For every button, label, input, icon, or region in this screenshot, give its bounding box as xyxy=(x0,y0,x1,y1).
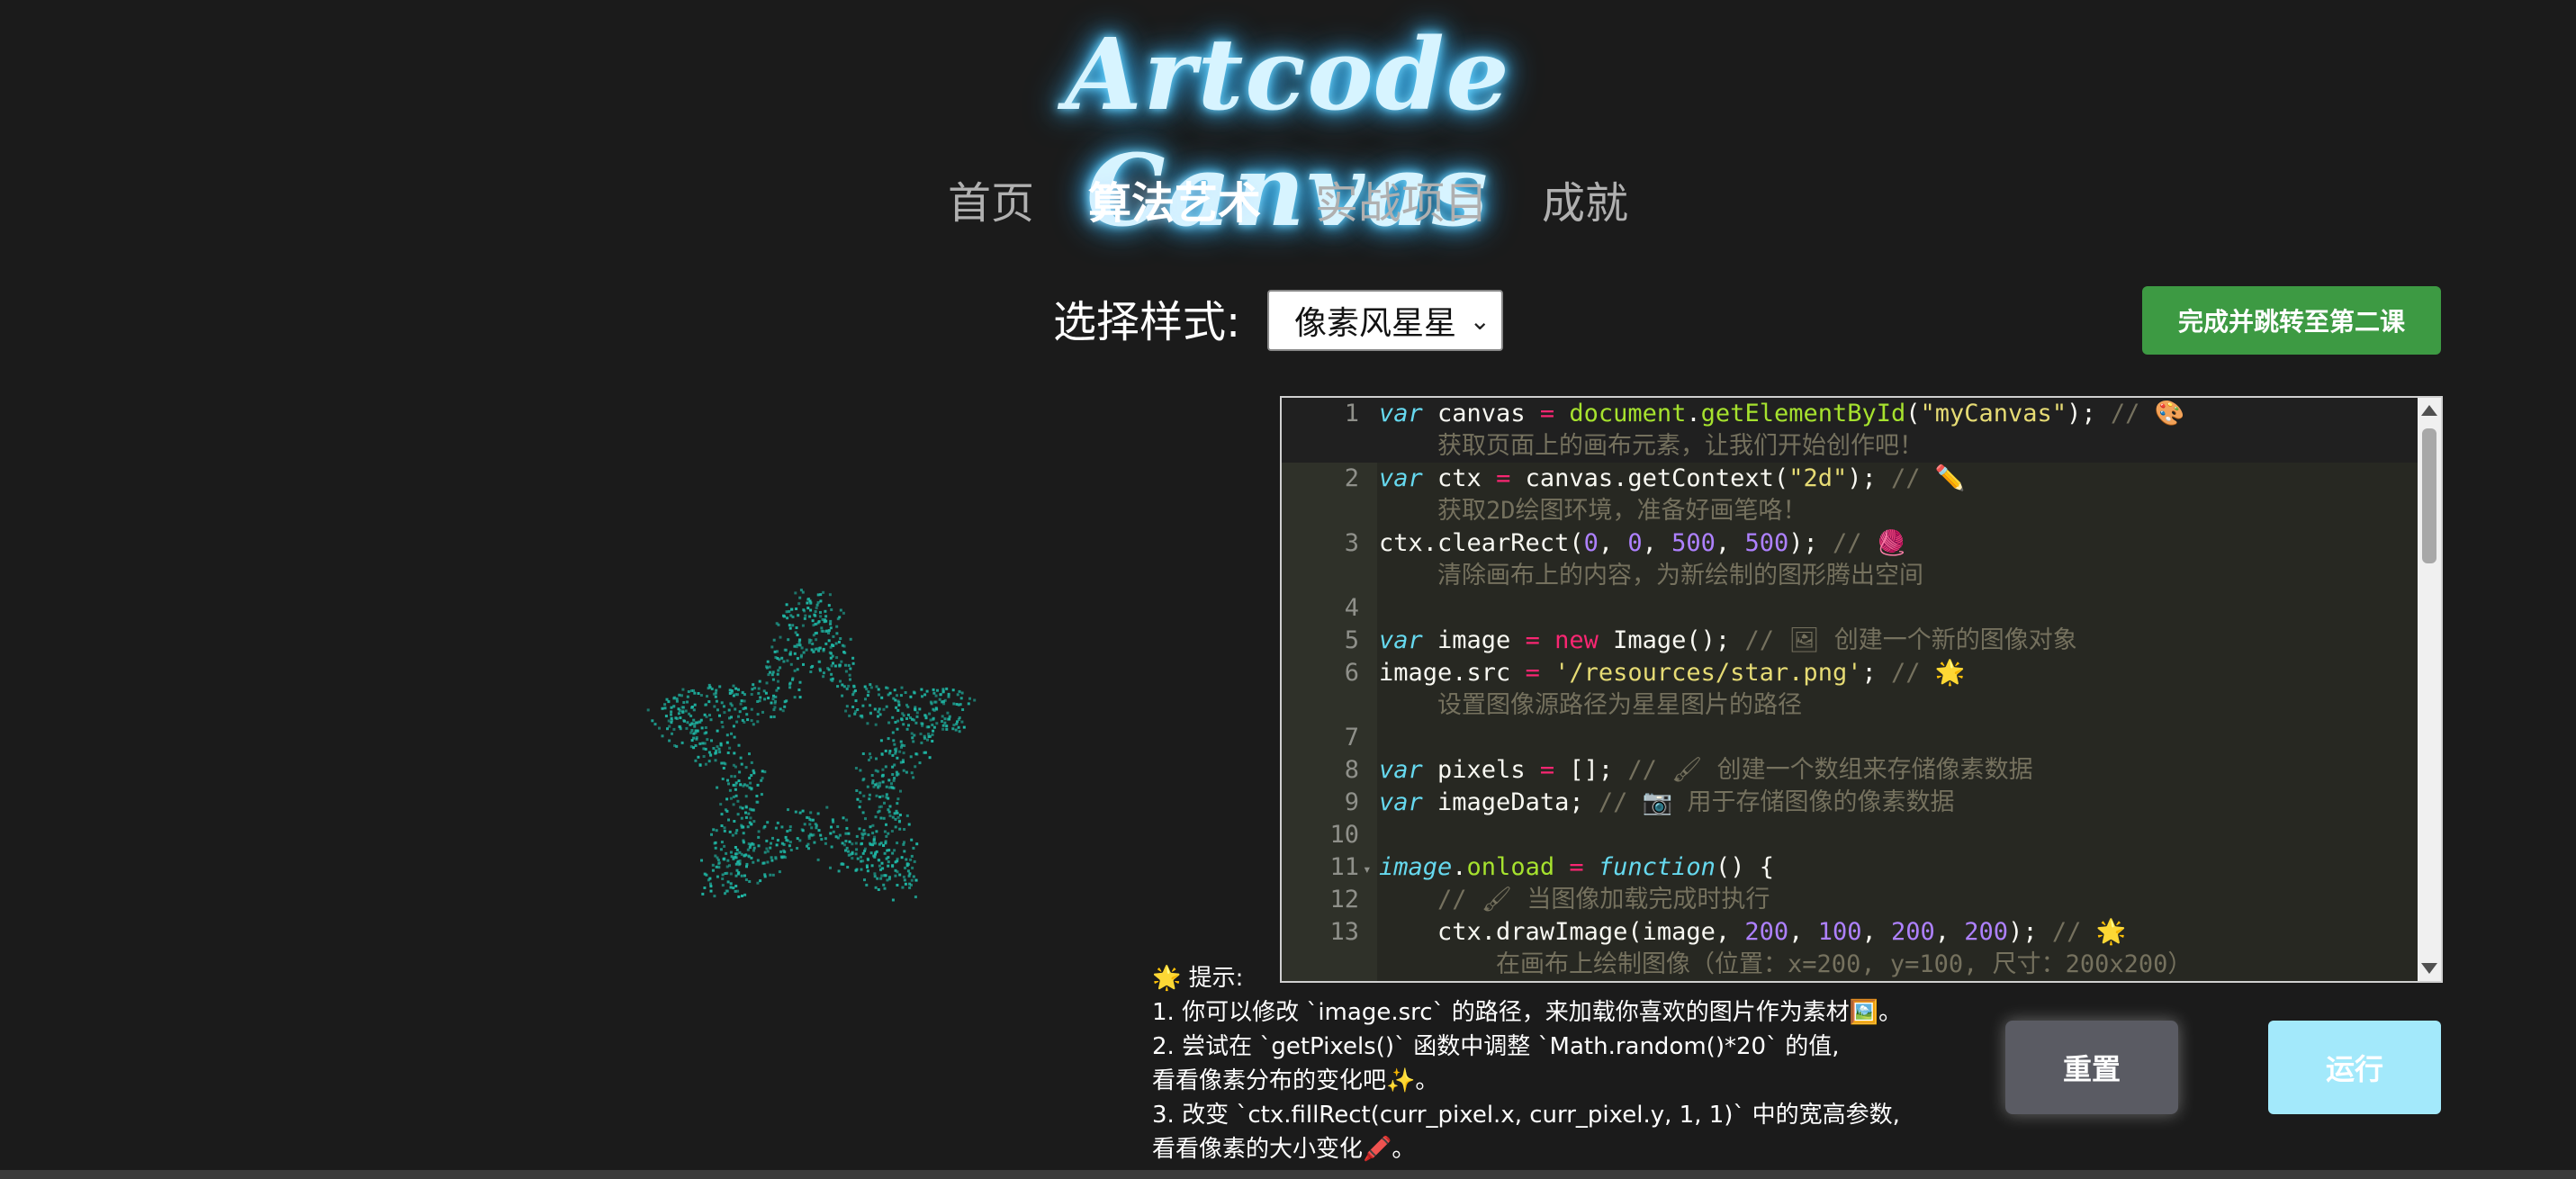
next-lesson-button[interactable]: 完成并跳转至第二课 xyxy=(2142,286,2441,355)
main-nav: 首页 算法艺术 实战项目 成就 xyxy=(0,167,2576,230)
code-string: '/resources/star.png' xyxy=(1554,659,1862,687)
tip-item: 看看像素分布的变化吧✨。 xyxy=(1152,1067,1439,1094)
line-number: 1 xyxy=(1344,400,1359,428)
code-comment: 设置图像源路径为星星图片的路径 xyxy=(1437,691,1803,719)
code-line: 8 var pixels = []; // 🖌 创建一个数组来存储像素数据 xyxy=(1282,754,2441,787)
code-line: 12 // 🖌 当图像加载完成时执行 xyxy=(1282,884,2441,916)
code-comment: 清除画布上的内容，为新绘制的图形腾出空间 xyxy=(1437,562,1924,590)
editor-scrollbar[interactable] xyxy=(2418,398,2441,981)
line-number: 3 xyxy=(1344,529,1359,557)
fold-arrow-icon[interactable]: ▾ xyxy=(1363,860,1372,878)
line-number: 13 xyxy=(1329,918,1359,946)
code-line: 3 ctx.clearRect(0, 0, 500, 500); // 🧶 清除… xyxy=(1282,527,2441,592)
tip-item: 3. 改变 `ctx.fillRect(curr_pixel.x, curr_p… xyxy=(1152,1102,1900,1129)
nav-item-achievements[interactable]: 成就 xyxy=(1542,167,1628,230)
nav-item-projects[interactable]: 实战项目 xyxy=(1315,167,1488,230)
tip-item: 2. 尝试在 `getPixels()` 函数中调整 `Math.random(… xyxy=(1152,1033,1840,1060)
run-button[interactable]: 运行 xyxy=(2268,1021,2441,1114)
style-select[interactable]: 像素风星星 ⌄ xyxy=(1267,290,1503,351)
code-editor[interactable]: 1 var canvas = document.getElementById("… xyxy=(1280,396,2443,983)
line-number: 5 xyxy=(1344,626,1359,654)
line-number: 7 xyxy=(1344,724,1359,752)
line-number: 10 xyxy=(1329,821,1359,849)
code-line: 6 image.src = '/resources/star.png'; // … xyxy=(1282,657,2441,722)
code-comment: // 🖌 创建一个数组来存储像素数据 xyxy=(1627,756,2033,784)
code-line: 1 var canvas = document.getElementById("… xyxy=(1282,398,2441,463)
code-line: 11 ▾ image.onload = function() { xyxy=(1282,851,2441,884)
line-number: 8 xyxy=(1344,756,1359,784)
line-number: 4 xyxy=(1344,594,1359,622)
nav-item-algorithm-art[interactable]: 算法艺术 xyxy=(1088,167,1261,230)
code-lines: 1 var canvas = document.getElementById("… xyxy=(1282,398,2441,981)
code-line: 2 var ctx = canvas.getContext("2d"); // … xyxy=(1282,463,2441,527)
scrollbar-thumb[interactable] xyxy=(2422,428,2436,563)
code-comment: // 📷 用于存储图像的像素数据 xyxy=(1598,788,1955,816)
code-comment: 获取页面上的画布元素，让我们开始创作吧！ xyxy=(1437,432,1924,460)
tips-panel: 🌟 提示: 1. 你可以修改 `image.src` 的路径，来加载你喜欢的图片… xyxy=(1152,961,1962,1166)
tips-header: 🌟 提示: xyxy=(1152,965,1244,992)
code-comment: // 🖼 创建一个新的图像对象 xyxy=(1744,626,2077,654)
tip-item: 1. 你可以修改 `image.src` 的路径，来加载你喜欢的图片作为素材🖼️… xyxy=(1152,999,1903,1026)
code-line: 7 xyxy=(1282,722,2441,754)
line-number: 12 xyxy=(1329,886,1359,914)
style-select-value: 像素风星星 xyxy=(1294,305,1457,342)
style-select-label: 选择样式: xyxy=(1053,297,1241,347)
line-number: 6 xyxy=(1344,659,1359,687)
star-pixels xyxy=(646,589,977,902)
nav-item-home[interactable]: 首页 xyxy=(948,167,1034,230)
code-line: 9 var imageData; // 📷 用于存储图像的像素数据 xyxy=(1282,787,2441,819)
code-comment: 获取2D绘图环境，准备好画笔咯！ xyxy=(1437,497,1807,525)
art-canvas xyxy=(630,585,990,945)
line-number: 2 xyxy=(1344,464,1359,492)
line-number: 9 xyxy=(1344,788,1359,816)
bottom-bar xyxy=(0,1170,2576,1179)
chevron-down-icon: ⌄ xyxy=(1469,305,1491,336)
code-line: 10 xyxy=(1282,819,2441,851)
line-number: 11 xyxy=(1329,853,1359,881)
tip-item: 看看像素的大小变化🖍️。 xyxy=(1152,1136,1416,1163)
code-comment: // 🖌 当图像加载完成时执行 xyxy=(1437,886,1770,914)
scroll-up-arrow-icon[interactable] xyxy=(2421,405,2437,416)
star-pixel-art xyxy=(646,589,977,902)
reset-button[interactable]: 重置 xyxy=(2005,1021,2178,1114)
code-line: 4 xyxy=(1282,592,2441,625)
scroll-down-arrow-icon[interactable] xyxy=(2421,963,2437,974)
code-line: 5 var image = new Image(); // 🖼 创建一个新的图像… xyxy=(1282,625,2441,657)
